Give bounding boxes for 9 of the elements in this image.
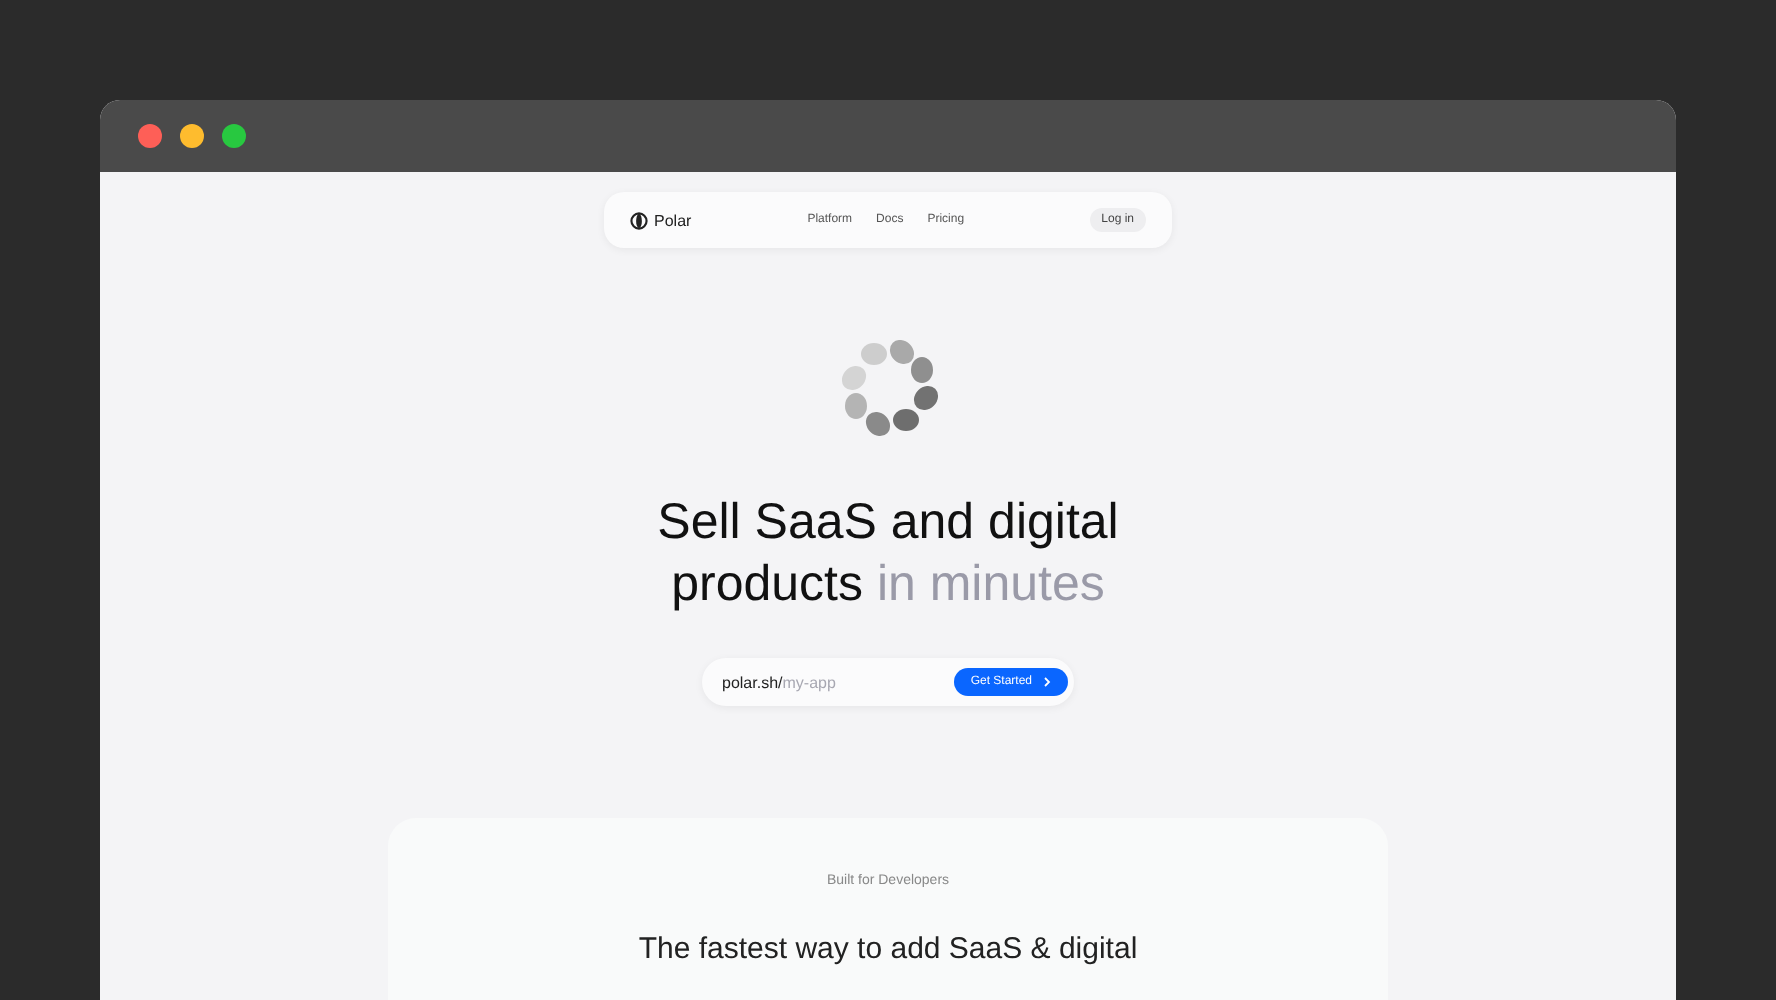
minimize-window-icon[interactable] <box>180 124 204 148</box>
brand-name[interactable]: Polar <box>654 211 692 229</box>
section-title: The fastest way to add SaaS & digital <box>638 932 1138 966</box>
hero-headline: Sell SaaS and digital products in minutes <box>655 492 1121 616</box>
url-prefix: polar.sh/ <box>722 673 783 691</box>
close-window-icon[interactable] <box>138 124 162 148</box>
chevron-right-icon <box>1042 676 1052 688</box>
logo-icon <box>630 211 648 229</box>
maximize-window-icon[interactable] <box>222 124 246 148</box>
